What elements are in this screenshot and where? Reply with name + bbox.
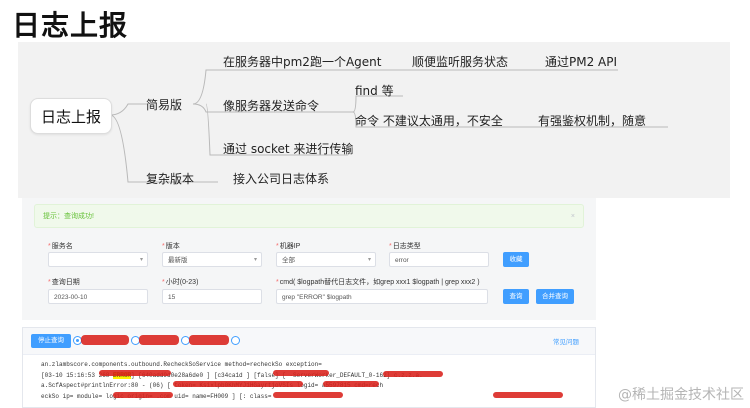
page-title: 日志上报 (12, 9, 129, 42)
mindmap: 日志上报 简易版 复杂版本 在服务器中pm2跑一个Agent 顺便监听服务状态 … (18, 42, 730, 198)
collect-button[interactable]: 收藏 (503, 252, 529, 267)
cmd-label: *cmd( $logpath替代日志文件，如grep xxx1 $logpath… (276, 279, 480, 286)
hour-input[interactable]: 15 (162, 289, 262, 304)
close-icon[interactable]: × (571, 205, 575, 229)
redaction-mark (113, 392, 173, 398)
chevron-down-icon: ▾ (367, 257, 371, 263)
mindmap-node-complex: 复杂版本 (146, 172, 195, 186)
redaction-mark (81, 335, 129, 345)
redaction-mark (273, 370, 329, 376)
watermark: @稀土掘金技术社区 (618, 387, 744, 403)
merge-query-button[interactable]: 合并查询 (536, 289, 574, 304)
mindmap-node-auth: 有强鉴权机制，随意 (538, 114, 647, 128)
mindmap-node-company-log: 接入公司日志体系 (233, 172, 330, 186)
service-select[interactable]: ▾ (48, 252, 148, 267)
query-form-panel: 提示：查询成功! × *服务名 ▾ *版本 最新版 ▾ *机器IP 全部 ▾ *日志… (22, 198, 596, 320)
mindmap-root: 日志上报 (30, 98, 112, 134)
version-select[interactable]: 最新版 ▾ (162, 252, 262, 267)
ip-label: *机器IP (276, 243, 301, 250)
chevron-down-icon: ▾ (253, 257, 257, 263)
ip-select[interactable]: 全部 ▾ (276, 252, 376, 267)
logtype-input[interactable]: error (389, 252, 489, 267)
redaction-mark (99, 370, 171, 376)
log-line: a.ScfAspect#printlnError:80 - (06) [ tok… (41, 382, 383, 389)
mindmap-node-socket: 通过 socket 来进行传输 (223, 142, 354, 156)
log-toolbar: 停止查询 常见问题 (23, 328, 595, 355)
redaction-mark (173, 381, 303, 387)
cmd-textarea[interactable]: grep "ERROR" $logpath (276, 289, 488, 304)
success-alert: 提示：查询成功! × (34, 204, 584, 228)
ip-radio[interactable] (231, 336, 240, 345)
redaction-mark (139, 335, 179, 345)
log-output-panel: 停止查询 常见问题 an.zlambscore.components.outbo… (22, 327, 596, 408)
date-label: *查询日期 (48, 279, 80, 286)
log-line: an.zlambscore.components.outbound.Rechec… (41, 361, 322, 368)
mindmap-node-send-cmd: 像服务器发送命令 (223, 99, 320, 113)
redaction-mark (493, 392, 563, 398)
query-button[interactable]: 查询 (503, 289, 529, 304)
mindmap-node-simple: 简易版 (146, 98, 183, 112)
stop-query-button[interactable]: 停止查询 (31, 334, 71, 348)
redaction-mark (383, 371, 443, 377)
redaction-mark (273, 392, 343, 398)
hour-label: *小时(0-23) (162, 279, 199, 286)
date-input[interactable]: 2023-00-10 (48, 289, 148, 304)
mindmap-node-cmd-warning: 命令 不建议太通用，不安全 (355, 114, 503, 128)
service-label: *服务名 (48, 243, 73, 250)
mindmap-node-monitor: 顺便监听服务状态 (412, 55, 509, 69)
logtype-label: *日志类型 (389, 243, 421, 250)
chevron-down-icon: ▾ (139, 257, 143, 263)
redaction-mark (189, 335, 229, 345)
mindmap-node-find: find 等 (355, 84, 394, 98)
faq-link[interactable]: 常见问题 (553, 336, 579, 346)
version-label: *版本 (162, 243, 180, 250)
redaction-mark (323, 381, 379, 387)
mindmap-node-pm2-api: 通过PM2 API (545, 55, 618, 69)
alert-text: 提示：查询成功! (43, 213, 94, 220)
mindmap-node-pm2-agent: 在服务器中pm2跑一个Agent (223, 55, 382, 69)
